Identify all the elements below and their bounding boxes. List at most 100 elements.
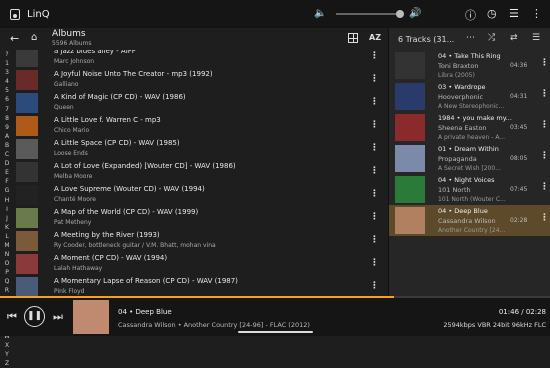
album-more-icon[interactable]: ⋮	[370, 212, 379, 222]
album-row[interactable]: A Love Supreme (Wouter CD) - WAV (1994) C…	[16, 184, 388, 207]
alphabet-index-letter[interactable]: L	[0, 232, 14, 241]
alphabet-index-letter[interactable]: R	[0, 286, 14, 295]
album-more-icon[interactable]: ⋮	[370, 281, 379, 291]
alphabet-index-letter[interactable]: Y	[0, 350, 14, 359]
alphabet-index-letter[interactable]: 6	[0, 95, 14, 104]
volume-slider[interactable]	[336, 13, 402, 15]
track-thumbnail[interactable]	[395, 83, 425, 110]
more-icon[interactable]: ⋯	[466, 33, 475, 43]
track-thumbnail[interactable]	[395, 176, 425, 203]
queue-track[interactable]: 04 • Take This Ring Toni Braxton Libra (20…	[389, 50, 550, 81]
track-thumbnail[interactable]	[395, 145, 425, 172]
album-thumbnail[interactable]	[16, 254, 38, 274]
alphabet-index-letter[interactable]: I	[0, 205, 14, 214]
alphabet-index-letter[interactable]: X	[0, 341, 14, 350]
album-thumbnail[interactable]	[16, 162, 38, 182]
queue-track[interactable]: 1984 • you make my... Sheena Easton A priv…	[389, 112, 550, 143]
album-thumbnail[interactable]	[16, 70, 38, 90]
alphabet-index-letter[interactable]: 7	[0, 105, 14, 114]
back-arrow-icon[interactable]: ←	[10, 32, 19, 45]
album-row[interactable]: A Momentary Lapse of Reason (CP CD) - WA…	[16, 276, 388, 296]
track-thumbnail[interactable]	[395, 114, 425, 141]
alphabet-index-letter[interactable]: O	[0, 259, 14, 268]
album-thumbnail[interactable]	[16, 139, 38, 159]
track-more-icon[interactable]: ⋮	[540, 120, 549, 130]
home-icon[interactable]: ⌂	[31, 32, 37, 43]
album-row[interactable]: A Meeting by the River (1993) Ry Cooder, …	[16, 230, 388, 253]
more-icon[interactable]: ⋮	[531, 7, 542, 20]
alphabet-index-letter[interactable]: C	[0, 150, 14, 159]
album-more-icon[interactable]: ⋮	[370, 120, 379, 130]
track-thumbnail[interactable]	[395, 207, 425, 234]
queue-track[interactable]: 04 • Deep Blue Cassandra Wilson Another Co…	[389, 205, 550, 236]
track-more-icon[interactable]: ⋮	[540, 213, 549, 223]
alphabet-index-letter[interactable]: M	[0, 241, 14, 250]
album-more-icon[interactable]: ⋮	[370, 143, 379, 153]
album-row[interactable]: A Little Love f. Warren C - mp3 Chico Mar…	[16, 115, 388, 138]
info-icon[interactable]: ⓘ	[465, 7, 476, 23]
queue-track[interactable]: 04 • Night Voices 101 North 101 North (Wou…	[389, 174, 550, 205]
queue-track[interactable]: 03 • Wardrope Hooverphonic A New Stereopho…	[389, 81, 550, 112]
queue-track[interactable]: 01 • Dream Within Propaganda A Secret Wish…	[389, 143, 550, 174]
grid-view-icon[interactable]	[348, 33, 358, 43]
track-thumbnail[interactable]	[395, 52, 425, 79]
album-thumbnail[interactable]	[16, 50, 38, 67]
alphabet-index-letter[interactable]: B	[0, 141, 14, 150]
album-row[interactable]: a jazz blues alley - AIFF Marc Johnson ⋮	[16, 50, 388, 69]
alphabet-index-letter[interactable]: 5	[0, 86, 14, 95]
album-row[interactable]: A Joyful Noise Unto The Creator - mp3 (1…	[16, 69, 388, 92]
alphabet-index-letter[interactable]: 9	[0, 123, 14, 132]
album-more-icon[interactable]: ⋮	[370, 74, 379, 84]
edit-queue-icon[interactable]: ☰	[532, 33, 540, 43]
timer-icon[interactable]: ◷	[487, 7, 497, 20]
alphabet-index-letter[interactable]: A	[0, 132, 14, 141]
album-more-icon[interactable]: ⋮	[370, 235, 379, 245]
track-more-icon[interactable]: ⋮	[540, 151, 549, 161]
alphabet-index-letter[interactable]: 4	[0, 77, 14, 86]
alphabet-index-letter[interactable]: K	[0, 223, 14, 232]
alphabet-index-letter[interactable]: 3	[0, 68, 14, 77]
album-thumbnail[interactable]	[16, 185, 38, 205]
now-playing-album-art[interactable]	[73, 300, 109, 334]
gesture-handle[interactable]	[238, 331, 313, 333]
alphabet-index-letter[interactable]: 8	[0, 114, 14, 123]
volume-down-icon[interactable]: 🔈	[314, 8, 326, 19]
shuffle-icon[interactable]: ⤮	[488, 33, 495, 43]
alphabet-index[interactable]: ?13456789ABCDEFGHIJKLMNOPQRSTUVWXYZ	[0, 50, 14, 367]
album-thumbnail[interactable]	[16, 208, 38, 228]
album-more-icon[interactable]: ⋮	[370, 189, 379, 199]
alphabet-index-letter[interactable]: P	[0, 268, 14, 277]
track-more-icon[interactable]: ⋮	[540, 182, 549, 192]
album-row[interactable]: A Moment (CP CD) - WAV (1994) Lalah Hatha…	[16, 253, 388, 276]
album-row[interactable]: A Little Space (CP CD) - WAV (1985) Loose…	[16, 138, 388, 161]
alphabet-index-letter[interactable]: Z	[0, 359, 14, 368]
alphabet-index-letter[interactable]: Q	[0, 277, 14, 286]
album-more-icon[interactable]: ⋮	[370, 166, 379, 176]
alphabet-index-letter[interactable]: F	[0, 177, 14, 186]
repeat-icon[interactable]: ⇄	[510, 33, 518, 43]
alphabet-index-letter[interactable]: N	[0, 250, 14, 259]
album-row[interactable]: A Lot of Love (Expanded) [Wouter CD] - W…	[16, 161, 388, 184]
queue-icon[interactable]: ☰	[509, 7, 519, 20]
album-more-icon[interactable]: ⋮	[370, 51, 379, 61]
album-thumbnail[interactable]	[16, 231, 38, 251]
track-more-icon[interactable]: ⋮	[540, 89, 549, 99]
alphabet-index-letter[interactable]: ?	[0, 50, 14, 59]
album-thumbnail[interactable]	[16, 93, 38, 113]
alphabet-index-letter[interactable]: 1	[0, 59, 14, 68]
alphabet-index-letter[interactable]: J	[0, 214, 14, 223]
album-row[interactable]: A Map of the World (CP CD) - WAV (1999) P…	[16, 207, 388, 230]
volume-slider-knob[interactable]	[396, 10, 404, 18]
track-more-icon[interactable]: ⋮	[540, 58, 549, 68]
volume-up-icon[interactable]: 🔊	[409, 8, 421, 19]
alphabet-index-letter[interactable]: D	[0, 159, 14, 168]
next-track-icon[interactable]: ⏭	[53, 310, 63, 324]
alphabet-index-letter[interactable]: H	[0, 196, 14, 205]
album-row[interactable]: A Kind of Magic (CP CD) - WAV (1986) Quee…	[16, 92, 388, 115]
sort-az-icon[interactable]: AZ	[369, 33, 381, 42]
album-more-icon[interactable]: ⋮	[370, 97, 379, 107]
pause-button[interactable]: ❚❚	[24, 306, 45, 327]
previous-track-icon[interactable]: ⏮	[7, 310, 17, 324]
alphabet-index-letter[interactable]: E	[0, 168, 14, 177]
album-more-icon[interactable]: ⋮	[370, 258, 379, 268]
